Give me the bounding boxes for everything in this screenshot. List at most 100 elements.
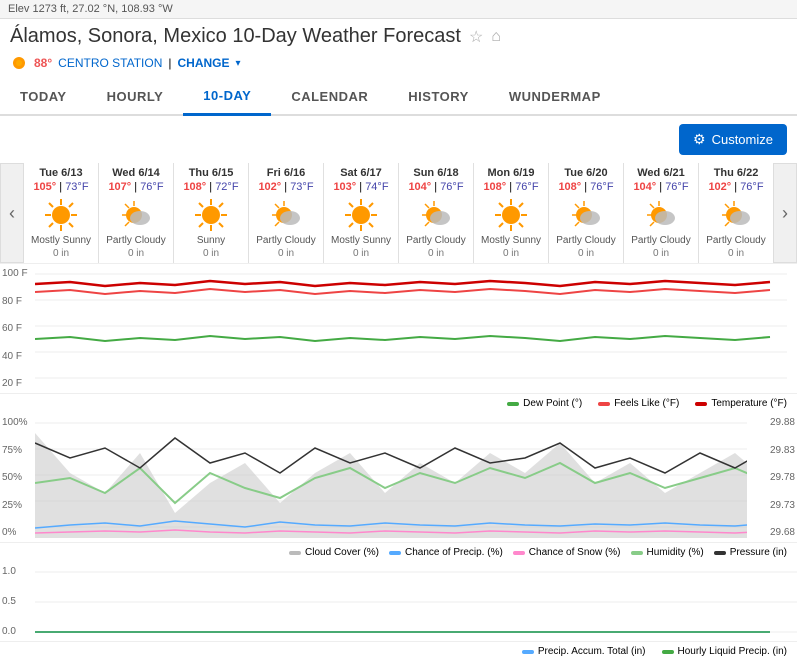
hourly-liquid-color xyxy=(662,650,674,654)
page-title: Álamos, Sonora, Mexico 10-Day Weather Fo… xyxy=(10,25,787,48)
day-col-3[interactable]: Fri 6/16 102° | 73°F Partly Cloudy 0 in xyxy=(249,163,324,263)
day-col-7[interactable]: Tue 6/20 108° | 76°F Partly Cloudy 0 in xyxy=(549,163,624,263)
day-icon-wrapper xyxy=(401,197,471,233)
humidity-svg xyxy=(35,413,747,543)
legend-pressure: Pressure (in) xyxy=(714,547,787,558)
tab-wundermap[interactable]: WUNDERMAP xyxy=(489,78,621,114)
day-temps: 103° | 74°F xyxy=(326,181,396,193)
day-temps: 107° | 76°F xyxy=(101,181,171,193)
tab-10day[interactable]: 10-DAY xyxy=(183,78,271,116)
day-date: Fri 6/16 xyxy=(251,167,321,179)
subheader: 88° CENTRO STATION | CHANGE ▾ xyxy=(0,52,797,78)
day-icon-wrapper xyxy=(476,197,546,233)
legend-hourly-liquid: Hourly Liquid Precip. (in) xyxy=(662,646,788,657)
separator: | xyxy=(168,56,171,70)
change-link[interactable]: CHANGE xyxy=(178,56,230,70)
day-date: Sun 6/18 xyxy=(401,167,471,179)
tab-hourly[interactable]: HOURLY xyxy=(87,78,184,114)
customize-button[interactable]: ⚙ Customize xyxy=(679,124,787,155)
high-temp: 104° xyxy=(633,181,656,193)
pressure-labels: 29.88 29.83 29.78 29.73 29.68 xyxy=(770,413,795,542)
low-temp: 73°F xyxy=(290,181,313,193)
humidity-legend: Cloud Cover (%) Chance of Precip. (%) Ch… xyxy=(0,543,797,562)
high-temp: 102° xyxy=(708,181,731,193)
day-col-2[interactable]: Thu 6/15 108° | 72°F Sunny 0 in xyxy=(174,163,249,263)
legend-humidity: Humidity (%) xyxy=(631,547,704,558)
customize-label: Customize xyxy=(712,132,773,147)
day-precip: 0 in xyxy=(326,248,396,259)
day-condition: Partly Cloudy xyxy=(701,235,771,246)
day-date: Thu 6/15 xyxy=(176,167,246,179)
humidity-label: Humidity (%) xyxy=(647,547,704,558)
low-temp: 74°F xyxy=(365,181,388,193)
forecast-scroll: ‹ Tue 6/13 105° | 73°F Mostly Sunny 0 in… xyxy=(0,163,797,263)
low-temp: 76°F xyxy=(665,181,688,193)
day-icon-wrapper xyxy=(251,197,321,233)
low-temp: 76°F xyxy=(740,181,763,193)
prev-arrow[interactable]: ‹ xyxy=(0,163,24,263)
day-icon-wrapper xyxy=(701,197,771,233)
day-condition: Partly Cloudy xyxy=(626,235,696,246)
day-weather-icon xyxy=(193,197,229,233)
temp-svg xyxy=(35,264,787,394)
next-arrow[interactable]: › xyxy=(773,163,797,263)
day-condition: Mostly Sunny xyxy=(326,235,396,246)
low-temp: 72°F xyxy=(215,181,238,193)
day-col-6[interactable]: Mon 6/19 108° | 76°F Mostly Sunny 0 in xyxy=(474,163,549,263)
humidity-labels: 100% 75% 50% 25% 0% xyxy=(2,413,28,542)
chevron-down-icon: ▾ xyxy=(236,58,241,69)
day-icon-wrapper xyxy=(626,197,696,233)
day-col-5[interactable]: Sun 6/18 104° | 76°F Partly Cloudy 0 in xyxy=(399,163,474,263)
day-condition: Sunny xyxy=(176,235,246,246)
day-col-8[interactable]: Wed 6/21 104° | 76°F Partly Cloudy 0 in xyxy=(624,163,699,263)
chart-area: 100 F 80 F 60 F 40 F 20 F Dew Point (°) xyxy=(0,263,797,661)
day-condition: Partly Cloudy xyxy=(401,235,471,246)
favorite-icon[interactable]: ☆ xyxy=(469,27,483,47)
high-temp: 108° xyxy=(558,181,581,193)
day-temps: 108° | 76°F xyxy=(476,181,546,193)
day-col-0[interactable]: Tue 6/13 105° | 73°F Mostly Sunny 0 in xyxy=(24,163,99,263)
day-precip: 0 in xyxy=(101,248,171,259)
day-col-1[interactable]: Wed 6/14 107° | 76°F Partly Cloudy 0 in xyxy=(99,163,174,263)
chance-snow-label: Chance of Snow (%) xyxy=(529,547,621,558)
day-precip: 0 in xyxy=(251,248,321,259)
day-col-9[interactable]: Thu 6/22 102° | 76°F Partly Cloudy 0 in xyxy=(699,163,773,263)
precip-legend: Precip. Accum. Total (in) Hourly Liquid … xyxy=(0,642,797,661)
humidity-chart: 100% 75% 50% 25% 0% 29.88 29.83 29.78 29… xyxy=(0,413,797,543)
day-weather-icon xyxy=(43,197,79,233)
chance-precip-label: Chance of Precip. (%) xyxy=(405,547,503,558)
day-weather-icon xyxy=(268,197,304,233)
high-temp: 102° xyxy=(258,181,281,193)
gear-icon: ⚙ xyxy=(693,131,706,148)
day-col-4[interactable]: Sat 6/17 103° | 74°F Mostly Sunny 0 in xyxy=(324,163,399,263)
tab-calendar[interactable]: CALENDAR xyxy=(271,78,388,114)
temperature-color xyxy=(695,402,707,406)
low-temp: 76°F xyxy=(590,181,613,193)
day-weather-icon xyxy=(718,197,754,233)
tab-history[interactable]: HISTORY xyxy=(388,78,489,114)
high-temp: 105° xyxy=(33,181,56,193)
elevation-bar: Elev 1273 ft, 27.02 °N, 108.93 °W xyxy=(0,0,797,19)
high-temp: 103° xyxy=(333,181,356,193)
low-temp: 76°F xyxy=(140,181,163,193)
day-weather-icon xyxy=(643,197,679,233)
day-weather-icon xyxy=(493,197,529,233)
legend-chance-snow: Chance of Snow (%) xyxy=(513,547,621,558)
day-temps: 108° | 72°F xyxy=(176,181,246,193)
temperature-label: Temperature (°F) xyxy=(711,398,787,409)
temp-chart-legend: Dew Point (°) Feels Like (°F) Temperatur… xyxy=(0,394,797,413)
day-date: Mon 6/19 xyxy=(476,167,546,179)
legend-chance-precip: Chance of Precip. (%) xyxy=(389,547,503,558)
day-precip: 0 in xyxy=(476,248,546,259)
humidity-color xyxy=(631,551,643,555)
day-icon-wrapper xyxy=(176,197,246,233)
nav-tabs: TODAY HOURLY 10-DAY CALENDAR HISTORY WUN… xyxy=(0,78,797,116)
days-wrapper: Tue 6/13 105° | 73°F Mostly Sunny 0 in W… xyxy=(24,163,773,263)
home-icon[interactable]: ⌂ xyxy=(491,28,501,46)
day-precip: 0 in xyxy=(626,248,696,259)
tab-today[interactable]: TODAY xyxy=(0,78,87,114)
cloud-cover-label: Cloud Cover (%) xyxy=(305,547,379,558)
day-date: Wed 6/21 xyxy=(626,167,696,179)
station-link[interactable]: CENTRO STATION xyxy=(58,56,162,70)
pressure-color xyxy=(714,551,726,555)
